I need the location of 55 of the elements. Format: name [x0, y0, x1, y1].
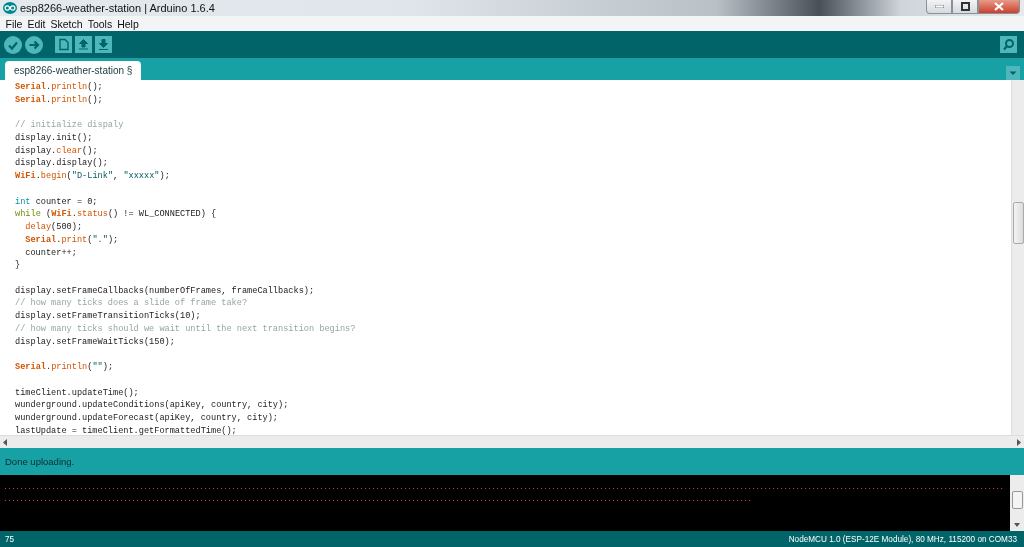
- code-line: lastUpdate = timeClient.getFormattedTime();: [15, 424, 238, 438]
- code-line: timeClient.updateTime();: [15, 386, 140, 400]
- tab-menu-dropdown-icon[interactable]: [1006, 66, 1020, 80]
- console-scrollbar[interactable]: [1010, 475, 1024, 531]
- close-icon: [994, 2, 1004, 11]
- code-line: display.init();: [15, 131, 94, 145]
- console-output-line: ..........................................................................................................................................................................................................................................................: [3, 481, 1005, 493]
- download-arrow-button[interactable]: [95, 36, 112, 53]
- code-line: Serial.println("");: [15, 361, 115, 374]
- scroll-right-icon[interactable]: [1017, 438, 1021, 446]
- scroll-thumb[interactable]: [1012, 491, 1023, 509]
- close-button[interactable]: [978, 0, 1020, 14]
- minimize-icon: [934, 5, 944, 8]
- code-line: wunderground.updateForecast(apiKey, country, city);: [15, 412, 279, 425]
- code-line: while (WiFi.status() != WL_CONNECTED) {: [15, 208, 218, 222]
- line-number: 75: [5, 534, 15, 544]
- status-message: Done uploading.: [5, 456, 75, 467]
- upload-button[interactable]: [25, 35, 43, 54]
- code-line: delay(500);: [24, 221, 84, 234]
- menu-item[interactable]: Edit: [24, 17, 48, 30]
- app-logo-icon: [3, 2, 17, 14]
- code-line: WiFi.begin("D-Link", "xxxxx");: [15, 170, 171, 183]
- code-comment: // how many ticks should we wait until the next transition begins?: [15, 322, 357, 336]
- new-file-button[interactable]: [55, 36, 72, 53]
- window-title: esp8266-weather-station | Arduino 1.6.4: [20, 2, 215, 14]
- restore-button[interactable]: [952, 0, 978, 14]
- verify-button[interactable]: [4, 35, 22, 54]
- code-line: counter++;: [24, 246, 78, 260]
- console-output-line: ...........................................................................................................................................................................................: [3, 493, 753, 505]
- menu-item[interactable]: Sketch: [48, 17, 86, 30]
- code-line: display.display();: [15, 157, 109, 171]
- vertical-scrollbar[interactable]: [1011, 80, 1024, 435]
- code-line: display.setFrameWaitTicks(150);: [15, 335, 176, 349]
- scroll-down-icon[interactable]: [1014, 523, 1020, 527]
- code-line: Serial.println();: [15, 93, 104, 107]
- code-line: Serial.println();: [15, 81, 104, 94]
- serial-monitor-button[interactable]: [1000, 36, 1017, 53]
- code-line: }: [15, 259, 22, 272]
- restore-icon: [960, 2, 970, 11]
- menu-item[interactable]: Help: [114, 17, 142, 30]
- menu-item[interactable]: Tools: [85, 17, 115, 30]
- board-info: NodeMCU 1.0 (ESP-12E Module), 80 MHz, 115200 on COM33: [788, 534, 1017, 544]
- code-comment: // how many ticks does a slide of frame take?: [15, 297, 249, 311]
- scroll-left-icon[interactable]: [3, 438, 7, 446]
- code-line: wunderground.updateConditions(apiKey, country, city);: [15, 399, 290, 413]
- code-line: display.clear();: [15, 144, 99, 158]
- sketch-tab[interactable]: esp8266-weather-station §: [5, 61, 142, 80]
- upload-arrow-button[interactable]: [75, 36, 92, 53]
- code-line: display.setFrameCallbacks(numberOfFrames, frameCallbacks);: [15, 284, 316, 298]
- code-line: display.setFrameTransitionTicks(10);: [15, 310, 202, 323]
- menu-item[interactable]: File: [3, 17, 25, 30]
- code-line: int counter = 0;: [15, 195, 99, 209]
- code-line: Serial.print(".");: [24, 233, 120, 247]
- scroll-thumb[interactable]: [1013, 202, 1024, 244]
- code-comment: // initialize dispaly: [15, 119, 125, 132]
